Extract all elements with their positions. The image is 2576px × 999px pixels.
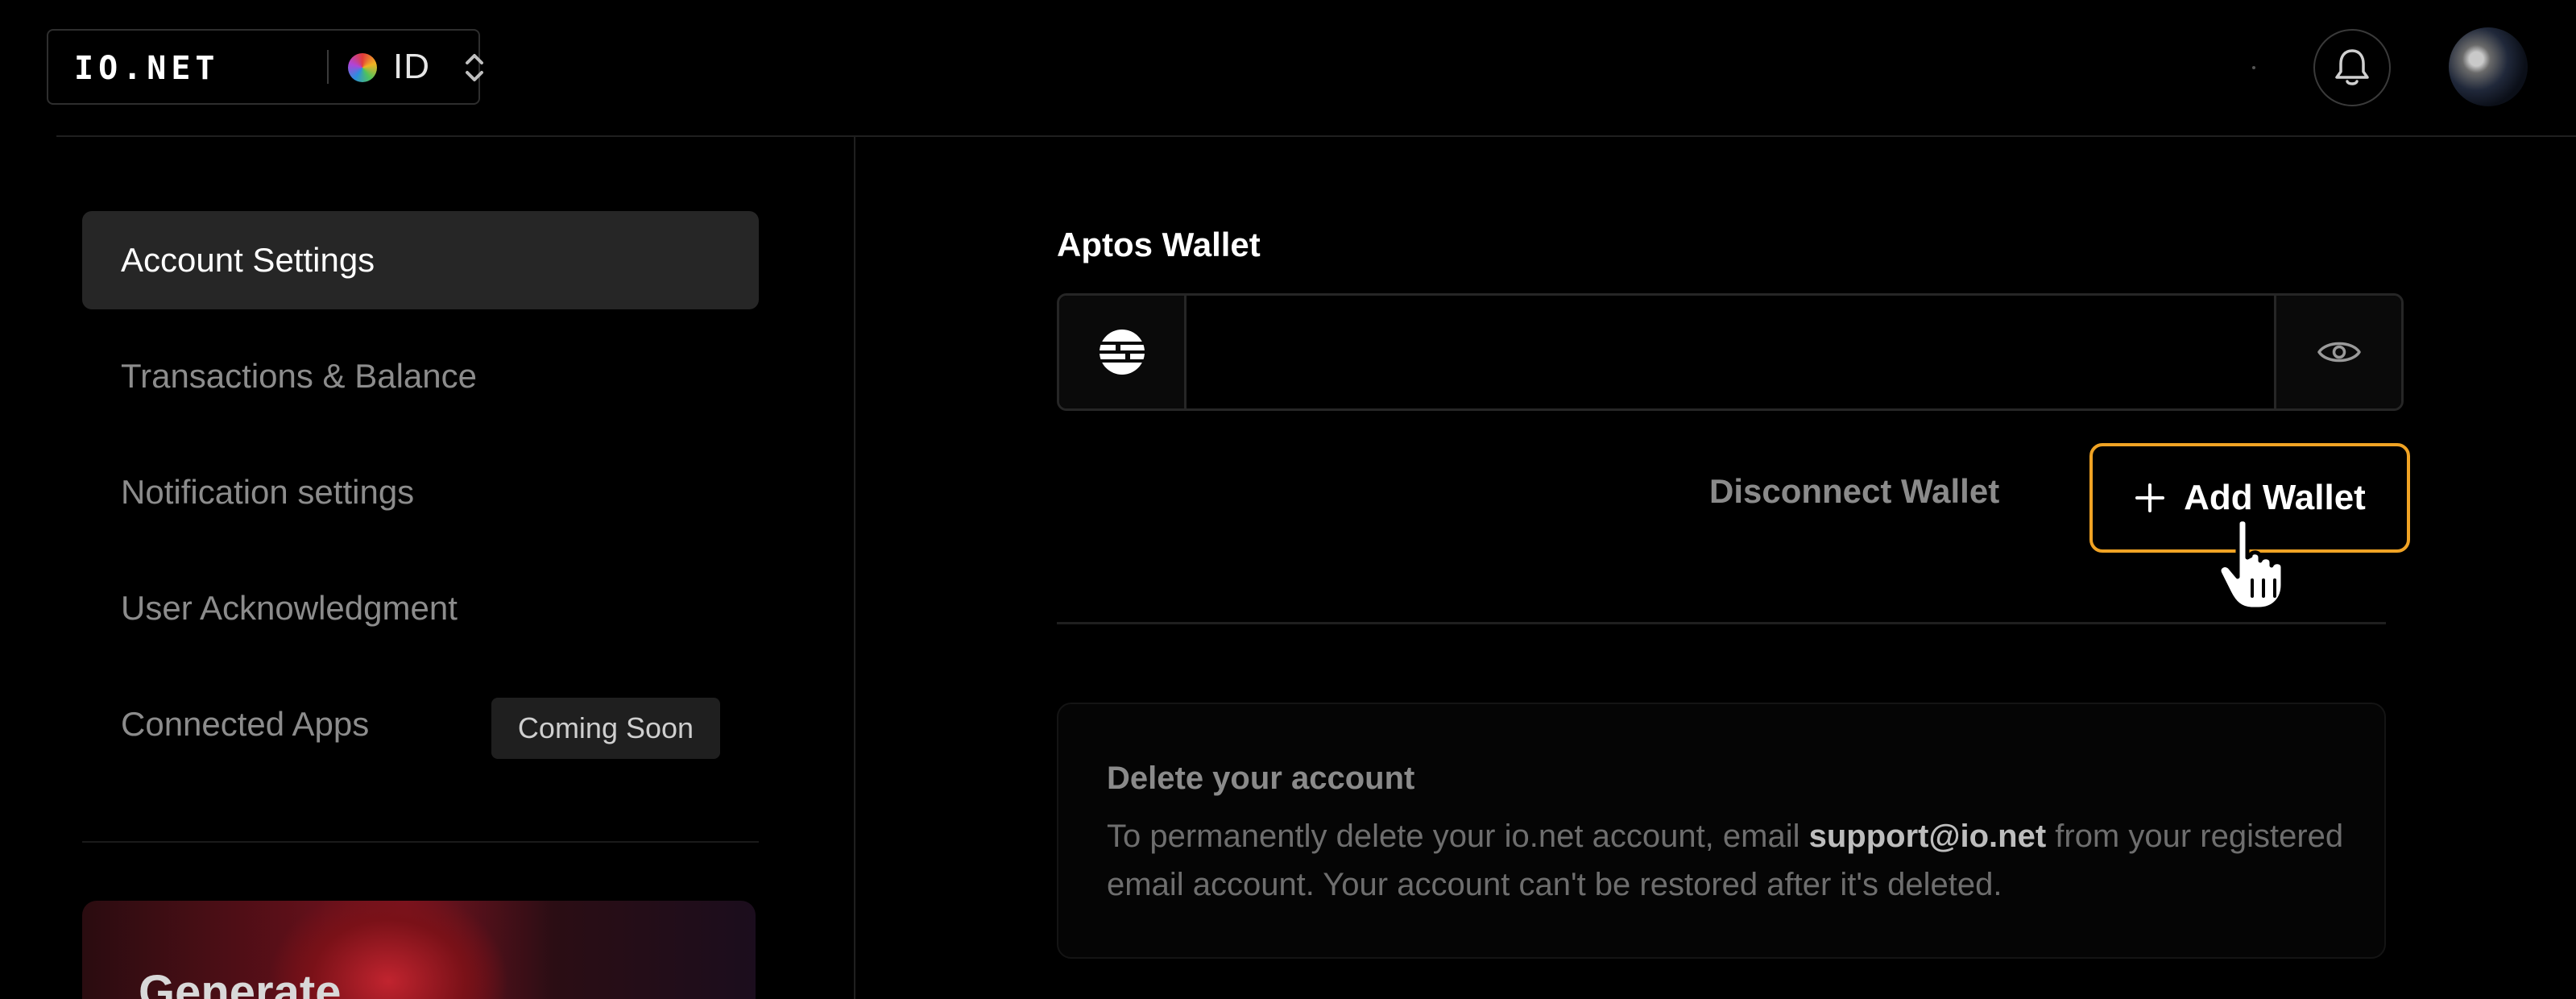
sidebar-divider	[82, 841, 759, 843]
io-net-logo: IO.NET	[74, 50, 220, 84]
delete-account-title: Delete your account	[1107, 761, 1415, 796]
color-dot-icon	[348, 53, 377, 82]
eye-icon	[2317, 342, 2361, 363]
delete-text-before: To permanently delete your io.net accoun…	[1107, 819, 1809, 854]
wallet-label: Aptos Wallet	[1057, 226, 1261, 263]
aptos-icon-box	[1059, 296, 1187, 408]
workspace-switcher[interactable]: IO.NET ID	[47, 29, 483, 105]
sidebar-item-notification-settings[interactable]: Notification settings	[82, 443, 759, 541]
chevron-updown-icon	[466, 54, 483, 81]
add-wallet-label: Add Wallet	[2184, 478, 2366, 517]
logo-text: IO.NET	[74, 50, 220, 84]
sidebar-item-transactions-balance[interactable]: Transactions & Balance	[82, 327, 759, 425]
promo-title: Generate	[139, 966, 342, 999]
generate-promo-card[interactable]: Generate	[82, 901, 756, 999]
hand-cursor-icon	[2217, 517, 2285, 611]
sidebar: Account Settings Transactions & Balance …	[0, 137, 855, 999]
sidebar-item-user-acknowledgment[interactable]: User Acknowledgment	[82, 559, 759, 657]
sidebar-border	[854, 137, 855, 999]
sidebar-item-account-settings[interactable]: Account Settings	[82, 211, 759, 309]
switcher-label: ID	[393, 47, 430, 86]
avatar[interactable]	[2449, 27, 2528, 106]
delete-account-card: Delete your account To permanently delet…	[1057, 703, 2386, 959]
wallet-address-input[interactable]	[1187, 296, 2279, 408]
top-bar: IO.NET ID	[0, 0, 2576, 135]
wallet-field	[1057, 293, 2404, 411]
aptos-icon	[1097, 330, 1146, 375]
plus-icon	[2135, 483, 2165, 512]
delete-account-text: To permanently delete your io.net accoun…	[1107, 812, 2363, 909]
switcher-divider	[327, 50, 329, 84]
section-divider	[1057, 622, 2386, 624]
disconnect-wallet-button[interactable]: Disconnect Wallet	[1709, 472, 1999, 511]
bell-icon	[2335, 49, 2369, 85]
status-dot	[2252, 66, 2255, 69]
support-email: support@io.net	[1808, 819, 2047, 854]
coming-soon-badge: Coming Soon	[491, 698, 720, 759]
toggle-visibility-button[interactable]	[2274, 296, 2401, 408]
notifications-button[interactable]	[2313, 29, 2391, 106]
